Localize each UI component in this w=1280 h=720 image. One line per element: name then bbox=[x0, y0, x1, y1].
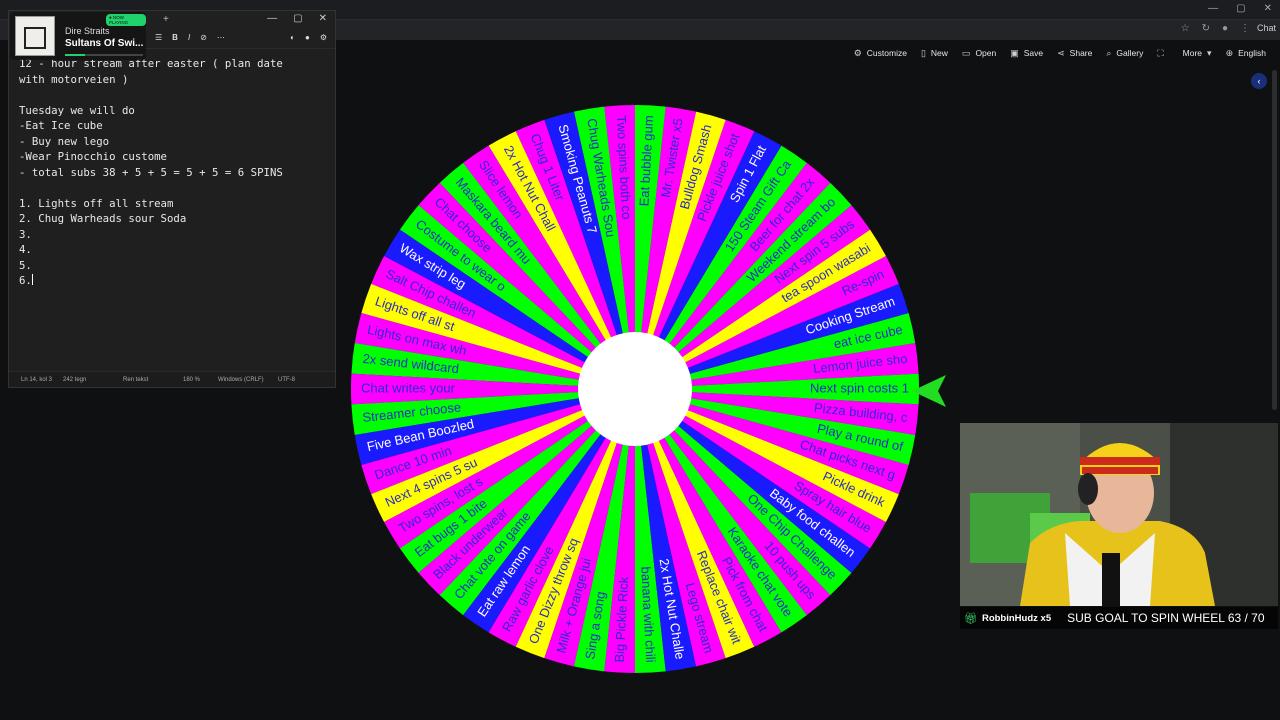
notepad-line bbox=[19, 180, 283, 196]
open-button[interactable]: ▭ Open bbox=[962, 48, 996, 59]
toolbar-label: New bbox=[930, 48, 948, 58]
toolbar-label: Share bbox=[1069, 48, 1093, 58]
chevron-down-icon: ▾ bbox=[1207, 47, 1212, 58]
toolbar-label: Gallery bbox=[1116, 48, 1144, 58]
window-controls[interactable]: — ▢ ✕ bbox=[1208, 3, 1272, 14]
close-icon[interactable]: ✕ bbox=[1264, 3, 1272, 14]
notepad-status-bar: Ln 14, kol 3 242 tegn Ren tekst 180 % Wi… bbox=[9, 371, 335, 387]
save-icon: ▣ bbox=[1010, 47, 1019, 58]
toolbar-label: Customize bbox=[866, 48, 907, 58]
search-icon: ⌕ bbox=[1106, 47, 1112, 58]
notepad-line: 2. Chug Warheads sour Soda bbox=[19, 212, 187, 225]
list-icon[interactable]: ☰ bbox=[155, 33, 162, 42]
globe-icon: ⊕ bbox=[1225, 47, 1234, 58]
star-icon[interactable]: ☆ bbox=[1181, 23, 1190, 34]
wheel-segment-label: Next spin costs 1 bbox=[810, 380, 909, 395]
status-encoding: UTF-8 bbox=[278, 377, 295, 383]
maximize-icon[interactable]: ▢ bbox=[293, 13, 302, 24]
status-format: Ren tekst bbox=[123, 377, 149, 383]
more-icon[interactable]: ⋯ bbox=[217, 33, 225, 42]
bold-icon[interactable]: B bbox=[172, 33, 178, 42]
toolbar-label: More bbox=[1182, 48, 1203, 58]
now-playing-badge: ● NOW PLAYING bbox=[106, 14, 146, 26]
gallery-button[interactable]: ⌕ Gallery bbox=[1106, 48, 1143, 59]
toolbar-label: Save bbox=[1023, 48, 1044, 58]
account-icon[interactable]: ● bbox=[305, 33, 310, 42]
status-zoom[interactable]: 180 % bbox=[183, 377, 200, 383]
gear-icon: ⚙ bbox=[853, 47, 862, 58]
status-position: Ln 14, kol 3 bbox=[21, 377, 53, 383]
toolbar-label: Open bbox=[975, 48, 997, 58]
spin-wheel[interactable]: Lemon juice sho eat ice cube Cooking Strea… bbox=[349, 103, 921, 675]
notepad-text-area[interactable]: 12 - hour stream after easter ( plan dat… bbox=[19, 56, 283, 289]
maximize-icon[interactable]: ▢ bbox=[1236, 3, 1245, 14]
wheel-segment-label: Chat writes your bbox=[361, 380, 456, 395]
notepad-window[interactable]: + — ▢ ✕ ☰ B I ⊘ ⋯ ◐ ● ⚙ 12 - hour stream… bbox=[8, 10, 336, 388]
link-icon[interactable]: ⊘ bbox=[200, 33, 207, 42]
save-button[interactable]: ▣ Save bbox=[1010, 48, 1043, 59]
text-cursor bbox=[31, 274, 33, 285]
settings-icon[interactable]: ⚙ bbox=[320, 33, 327, 42]
notepad-line: 3. bbox=[19, 227, 32, 241]
notepad-line: 6. bbox=[19, 274, 33, 287]
new-button[interactable]: ▯ New bbox=[921, 48, 948, 59]
notepad-line: with motorveien ) bbox=[19, 72, 129, 86]
album-art bbox=[15, 16, 55, 56]
new-tab-icon[interactable]: + bbox=[163, 14, 169, 25]
wheel-toolbar: ⚙ Customize ▯ New ▭ Open ▣ Save ⋖ Share ⌕ Gallery ⛶ M… bbox=[336, 42, 1280, 64]
wheel-center-hub[interactable] bbox=[578, 332, 692, 446]
notepad-line: -Eat Ice cube bbox=[19, 119, 103, 132]
browser-extension-icons: ☆ ↻ ● ⋮ bbox=[1181, 23, 1250, 34]
share-button[interactable]: ⋖ Share bbox=[1057, 48, 1092, 59]
now-playing-widget: ● NOW PLAYING Dire Straits Sultans Of Sw… bbox=[10, 12, 146, 60]
profile-icon[interactable]: ● bbox=[1222, 23, 1228, 34]
status-line-endings: Windows (CRLF) bbox=[218, 377, 264, 383]
notepad-line bbox=[19, 87, 283, 103]
close-icon[interactable]: ✕ bbox=[319, 13, 327, 24]
now-playing-progress bbox=[65, 54, 143, 56]
wheel-pointer bbox=[912, 375, 946, 407]
notepad-line: - Buy new lego bbox=[19, 134, 110, 148]
more-button[interactable]: More ▾ bbox=[1183, 48, 1212, 59]
italic-icon[interactable]: I bbox=[188, 33, 190, 42]
minimize-icon[interactable]: — bbox=[1208, 3, 1218, 14]
share-icon: ⋖ bbox=[1057, 47, 1065, 58]
english-button[interactable]: ⊕ English bbox=[1226, 48, 1266, 59]
refresh-icon[interactable]: ↻ bbox=[1202, 23, 1210, 34]
now-playing-artist: Dire Straits bbox=[65, 26, 110, 36]
customize-button[interactable]: ⚙ Customize bbox=[854, 48, 907, 59]
sub-goal-bar: 🎁︎ RobbinHudz x5 SUB GOAL TO SPIN WHEEL … bbox=[960, 607, 1278, 629]
notepad-line: 5. bbox=[19, 258, 32, 272]
page-scrollbar[interactable] bbox=[1272, 70, 1277, 410]
fullscreen-icon: ⛶ bbox=[1157, 47, 1164, 58]
fullscreen-button[interactable]: ⛶ bbox=[1157, 48, 1168, 59]
wheel-svg[interactable]: Lemon juice shoeat ice cubeCooking Strea… bbox=[349, 103, 921, 675]
file-icon: ▯ bbox=[920, 47, 926, 58]
folder-icon: ▭ bbox=[961, 47, 971, 58]
menu-icon[interactable]: ⋮ bbox=[1240, 23, 1250, 34]
webcam-feed bbox=[960, 423, 1278, 606]
now-playing-song: Sultans Of Swi... bbox=[65, 38, 144, 49]
notepad-line: Tuesday we will do bbox=[19, 103, 135, 117]
status-chars: 242 tegn bbox=[63, 377, 87, 383]
browser-chat-button[interactable]: Chat bbox=[1257, 23, 1276, 33]
notepad-line: -Wear Pinocchio custome bbox=[19, 150, 167, 163]
collapse-panel-button[interactable]: ‹ bbox=[1251, 73, 1267, 89]
minimize-icon[interactable]: — bbox=[267, 13, 277, 24]
notepad-line: - total subs 38 + 5 + 5 = 5 + 5 = 6 SPIN… bbox=[19, 165, 283, 179]
notepad-line: 4. bbox=[19, 243, 32, 256]
sub-goal-text: SUB GOAL TO SPIN WHEEL 63 / 70 bbox=[1067, 611, 1265, 625]
toolbar-label: English bbox=[1238, 48, 1266, 58]
notepad-line: 1. Lights off all stream bbox=[19, 196, 174, 210]
gifter-username: RobbinHudz x5 bbox=[981, 612, 1052, 624]
copilot-icon[interactable]: ◐ bbox=[290, 33, 295, 42]
gift-icon: 🎁︎ bbox=[964, 612, 978, 625]
